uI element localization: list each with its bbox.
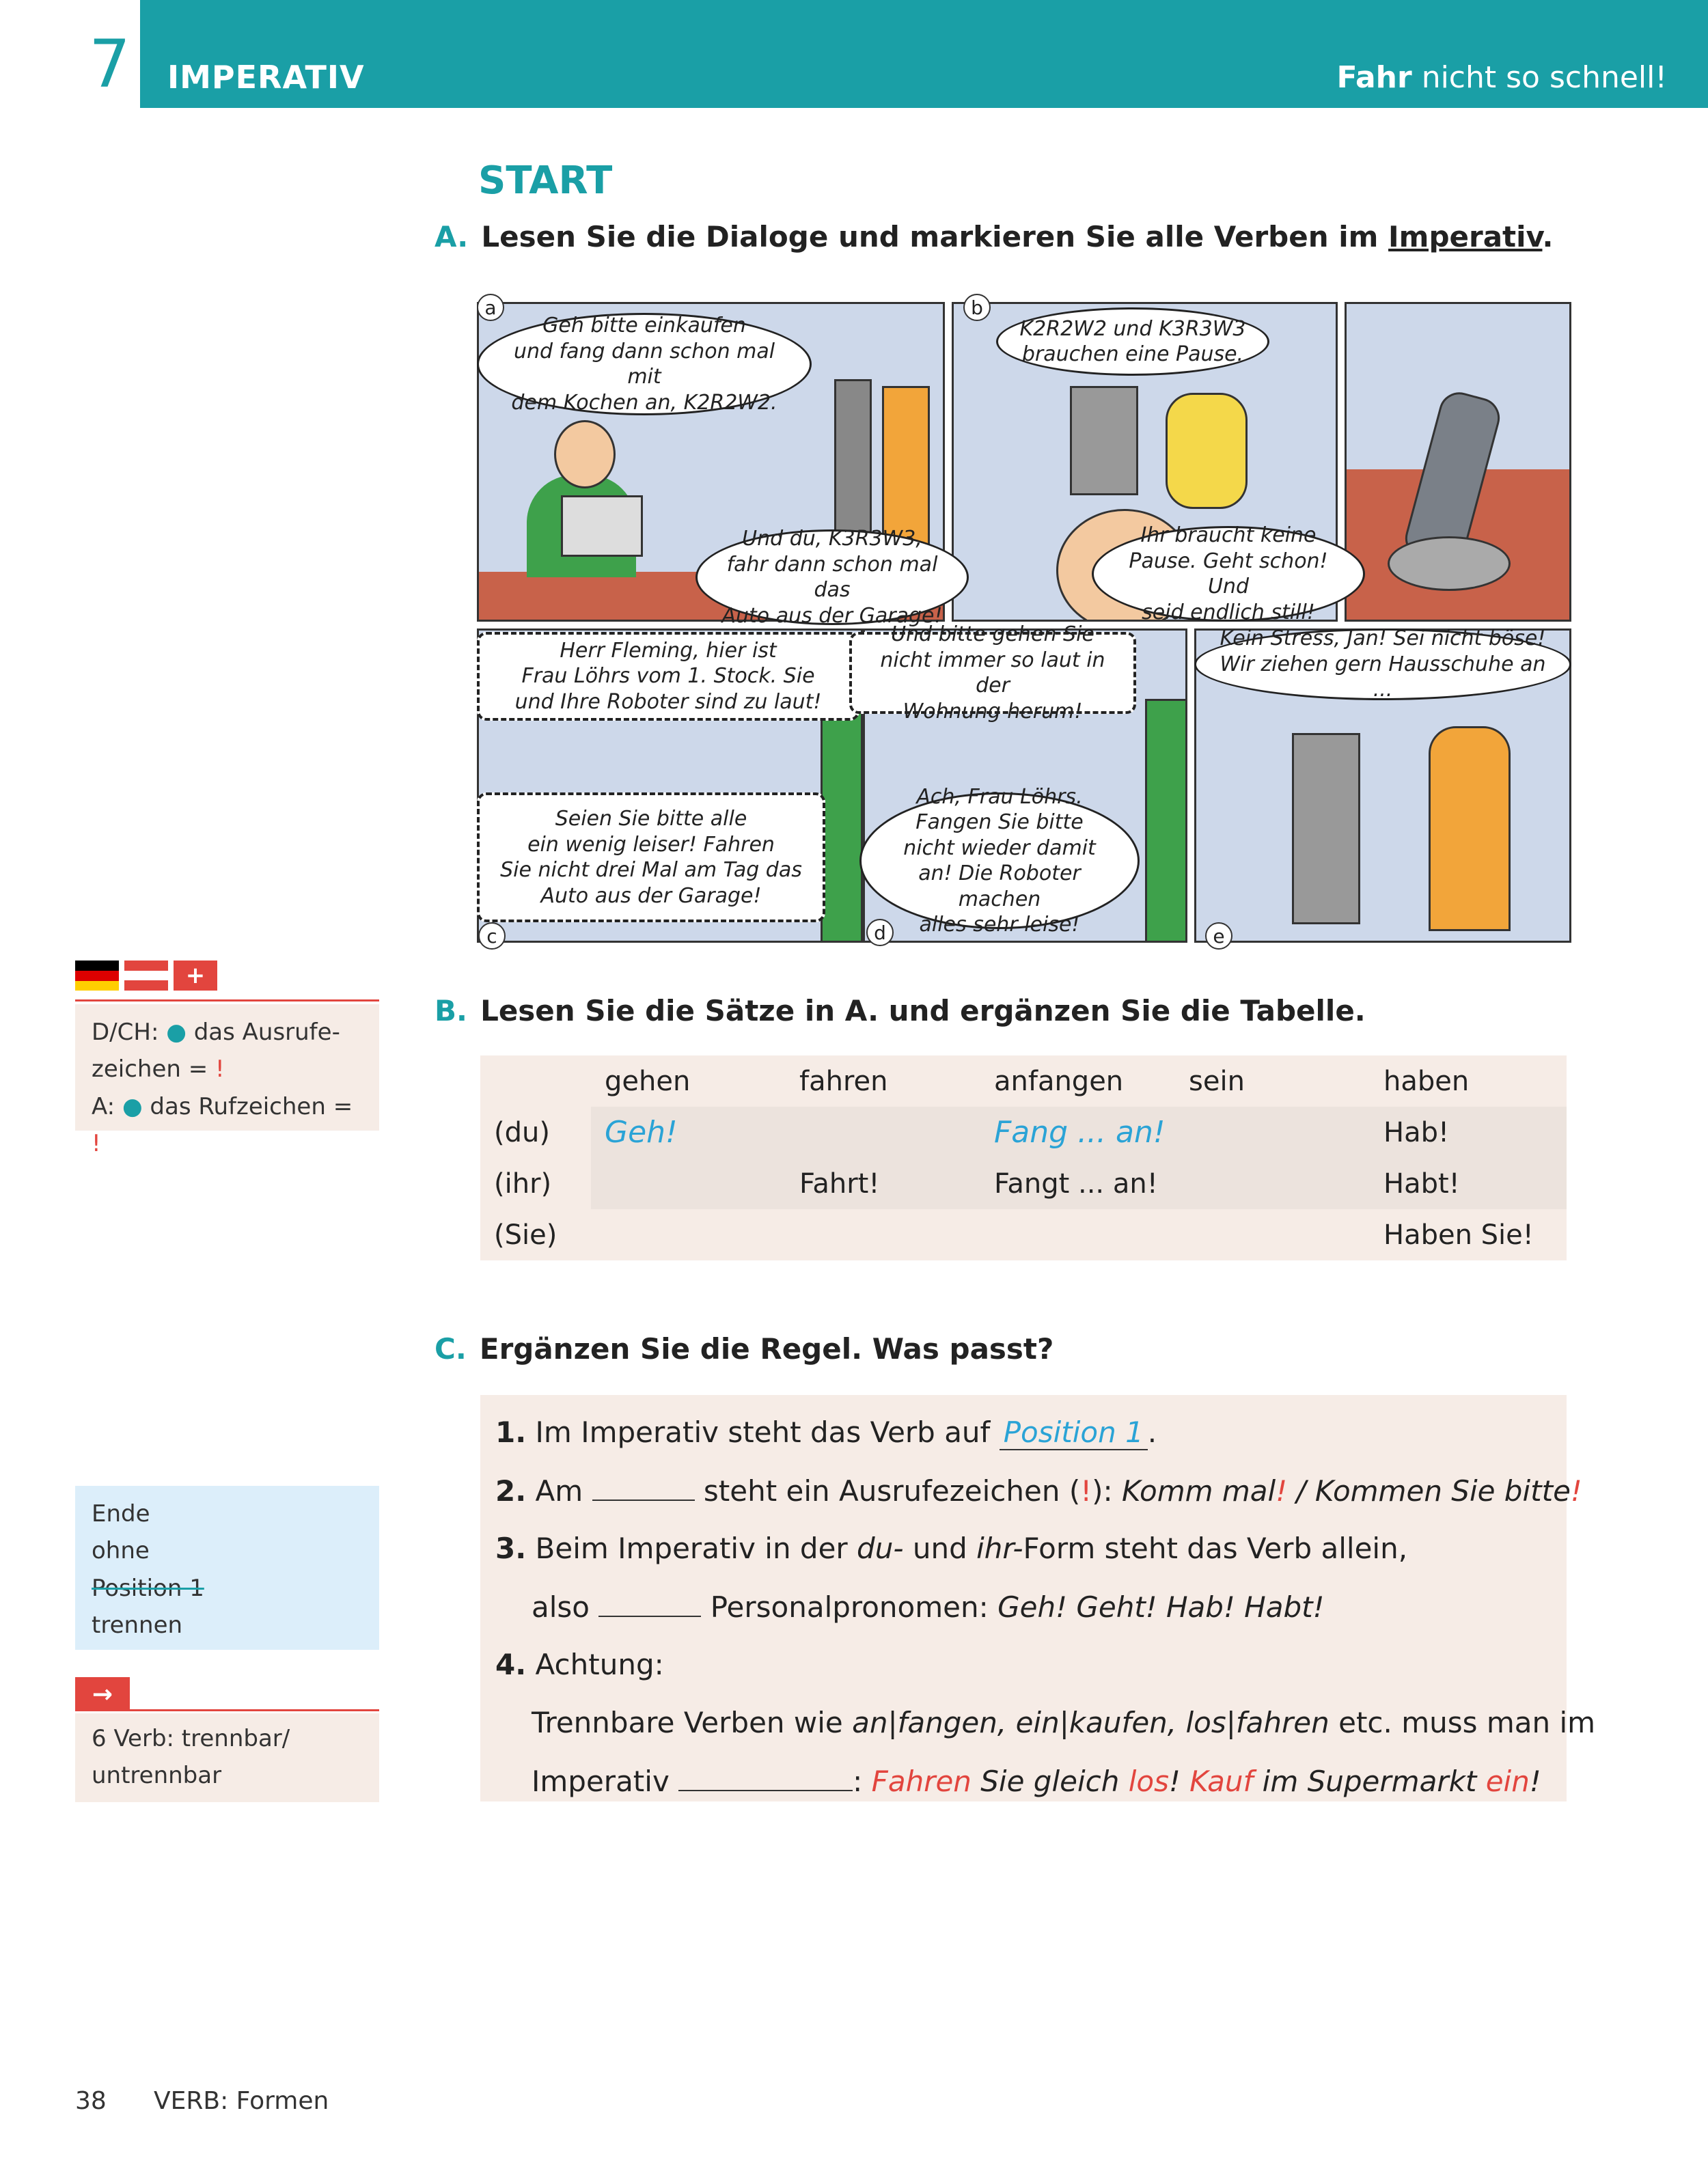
speech-bubble-b1: K2R2W2 und K3R3W3 brauchen eine Pause. <box>996 307 1269 376</box>
table-answer-cell[interactable]: Fang ... an! <box>980 1107 1175 1158</box>
cross-reference-box: 6 Verb: trennbar/ untrennbar <box>75 1713 379 1802</box>
rule-box: 1. Im Imperativ steht das Verb auf Posit… <box>480 1395 1595 1801</box>
speech-bubble-a2: Und du, K3R3W3, fahr dann schon mal das … <box>695 527 969 628</box>
imperative-table: gehen fahren anfangen sein haben (du) Ge… <box>480 1055 1567 1260</box>
sidebar-word-box: Ende ohne Position 1 trennen <box>75 1486 379 1650</box>
table-cell[interactable] <box>1175 1209 1370 1260</box>
table-cell[interactable] <box>591 1158 786 1209</box>
word-option: trennen <box>92 1612 183 1640</box>
section-c-instruction: Ergänzen Sie die Regel. Was passt? <box>479 1332 1054 1366</box>
arrow-right-icon: → <box>75 1677 130 1711</box>
table-cell[interactable] <box>786 1107 980 1158</box>
robot-with-clock <box>1429 726 1511 931</box>
rule-answer[interactable]: Position 1 <box>999 1415 1148 1450</box>
sidebar-note-exclamation: D/CH: ● das Ausrufe- zeichen = ! A: ● da… <box>75 1004 379 1157</box>
speech-bubble-c1: Herr Fleming, hier ist Frau Löhrs vom 1.… <box>477 632 859 721</box>
character-head <box>554 420 616 488</box>
word-option: ohne <box>92 1537 150 1565</box>
rule-item-4-line-2: Trennbare Verben wie an|fangen, ein|kauf… <box>532 1706 1596 1739</box>
blank-field[interactable] <box>678 1764 853 1791</box>
table-answer-cell[interactable]: Geh! <box>591 1107 786 1158</box>
dot-icon: ● <box>122 1092 143 1120</box>
chapter-number: 7 <box>89 26 131 102</box>
cross-reference-header: → <box>75 1677 379 1711</box>
table-header-cell: gehen <box>605 1065 691 1097</box>
table-header-row: gehen fahren anfangen sein haben <box>480 1055 1567 1107</box>
table-row: (ihr) Fahrt! Fangt ... an! Habt! <box>480 1158 1567 1209</box>
section-c-heading: C. Ergänzen Sie die Regel. Was passt? <box>435 1332 1053 1366</box>
section-a-letter: A. <box>435 220 469 253</box>
character-jan-phone <box>821 699 861 941</box>
table-cell: Fahrt! <box>799 1168 880 1200</box>
rule-item-4: 4. Achtung: <box>495 1648 664 1681</box>
panel-label-a: a <box>477 294 504 321</box>
speech-bubble-b2: Ihr braucht keine Pause. Geht schon! Und… <box>1092 523 1365 624</box>
footer-section: VERB: Formen <box>154 2087 329 2115</box>
word-option: Ende <box>92 1500 150 1528</box>
robot-k2r2w2 <box>1070 386 1138 495</box>
chapter-subtitle: Fahr nicht so schnell! <box>1337 60 1668 95</box>
section-a-heading: A. Lesen Sie die Dialoge und markieren S… <box>435 220 1553 253</box>
computer-monitor <box>561 495 643 557</box>
table-cell[interactable] <box>591 1209 786 1260</box>
speech-bubble-d2: Ach, Frau Löhrs. Fangen Sie bitte nicht … <box>859 785 1140 937</box>
panel-label-d: d <box>866 919 894 946</box>
table-pronoun: (ihr) <box>480 1158 591 1209</box>
rule-item-2: 2. Am steht ein Ausrufezeichen (!): Komm… <box>495 1474 1582 1508</box>
table-header-cell: anfangen <box>994 1065 1124 1097</box>
table-cell: Fangt ... an! <box>994 1168 1158 1200</box>
chapter-header-bar: IMPERATIV Fahr nicht so schnell! <box>140 0 1708 108</box>
page-number: 38 <box>75 2087 107 2115</box>
subtitle-bold: Fahr <box>1336 60 1412 95</box>
table-row: (du) Geh! Fang ... an! Hab! <box>480 1107 1567 1158</box>
start-heading: START <box>478 158 613 203</box>
speech-bubble-e1: Kein Stress, Jan! Sei nicht böse! Wir zi… <box>1194 626 1571 702</box>
flag-germany-icon <box>75 961 119 991</box>
table-header-cell: sein <box>1189 1065 1245 1097</box>
table-cell: Hab! <box>1383 1116 1450 1148</box>
section-a-instruction: Lesen Sie die Dialoge und markieren Sie … <box>481 220 1554 253</box>
flag-austria-icon <box>124 961 168 991</box>
subtitle-rest: nicht so schnell! <box>1411 60 1667 95</box>
blank-field[interactable] <box>592 1474 695 1501</box>
table-header-cell: fahren <box>799 1065 888 1097</box>
table-cell[interactable] <box>980 1209 1175 1260</box>
robot-k3r3w3 <box>1166 393 1248 509</box>
table-cell: Haben Sie! <box>1383 1219 1534 1251</box>
section-c-letter: C. <box>435 1332 467 1366</box>
table-row: (Sie) Haben Sie! <box>480 1209 1567 1260</box>
table-cell[interactable] <box>786 1209 980 1260</box>
character-jan-phone-2 <box>1145 699 1185 941</box>
table-pronoun: (Sie) <box>494 1219 557 1251</box>
speech-bubble-a1: Geh bitte einkaufen und fang dann schon … <box>477 313 812 415</box>
panel-label-b: b <box>963 294 991 321</box>
rule-item-3-continued: also Personalpronomen: Geh! Geht! Hab! H… <box>532 1590 1325 1624</box>
word-option-crossed: Position 1 <box>92 1574 204 1602</box>
table-cell[interactable] <box>1175 1107 1370 1158</box>
comic-panel-b-phone <box>1345 302 1571 622</box>
blank-field[interactable] <box>598 1590 702 1617</box>
table-cell: Habt! <box>1383 1168 1460 1200</box>
comic-strip: Geh bitte einkaufen und fang dann schon … <box>477 294 1571 950</box>
table-cell[interactable] <box>1175 1158 1370 1209</box>
speech-bubble-d1: Und bitte gehen Sie nicht immer so laut … <box>849 622 1136 723</box>
section-b-instruction: Lesen Sie die Sätze in A. und ergänzen S… <box>480 994 1366 1027</box>
dot-icon: ● <box>166 1019 187 1046</box>
robot-with-slippers <box>1292 733 1360 924</box>
panel-label-e: e <box>1205 922 1232 950</box>
flags-row: + <box>75 961 379 1001</box>
panel-label-c: c <box>478 922 506 950</box>
section-b-heading: B. Lesen Sie die Sätze in A. und ergänze… <box>435 994 1366 1027</box>
rule-item-4-line-3: Imperativ : Fahren Sie gleich los! Kauf … <box>532 1764 1541 1798</box>
table-header-cell: haben <box>1383 1065 1470 1097</box>
chapter-title: IMPERATIV <box>167 59 365 96</box>
phone-base <box>1388 536 1511 591</box>
rule-item-1: 1. Im Imperativ steht das Verb auf Posit… <box>495 1415 1157 1450</box>
rule-item-3: 3. Beim Imperativ in der du- und ihr-For… <box>495 1532 1408 1565</box>
table-pronoun: (du) <box>480 1107 591 1158</box>
section-b-letter: B. <box>435 994 467 1027</box>
speech-bubble-c2: Seien Sie bitte alle ein wenig leiser! F… <box>477 792 825 922</box>
table-header-cell <box>480 1055 591 1107</box>
flag-switzerland-icon: + <box>174 961 217 991</box>
